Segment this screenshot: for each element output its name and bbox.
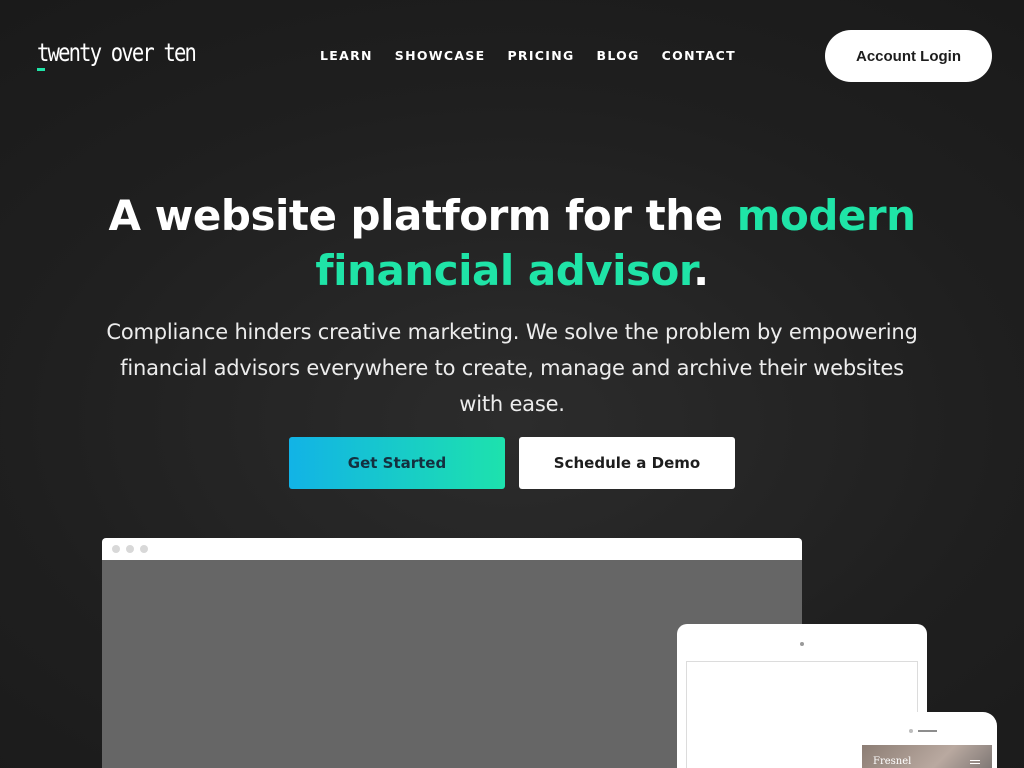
hero-title-text: A website platform for the bbox=[108, 191, 737, 241]
hero-title: A website platform for the modern financ… bbox=[0, 188, 1024, 298]
hero-subtitle: Compliance hinders creative marketing. W… bbox=[106, 320, 918, 416]
phone-camera-icon bbox=[909, 729, 913, 733]
site-header: twenty over ten LEARN SHOWCASE PRICING B… bbox=[0, 0, 1024, 112]
nav-item-learn[interactable]: LEARN bbox=[320, 48, 373, 63]
browser-toolbar bbox=[102, 538, 802, 560]
nav-item-pricing[interactable]: PRICING bbox=[507, 48, 574, 63]
nav-item-showcase[interactable]: SHOWCASE bbox=[395, 48, 486, 63]
hamburger-menu-icon bbox=[970, 760, 980, 768]
tablet-camera-icon bbox=[800, 642, 804, 646]
nav-item-contact[interactable]: CONTACT bbox=[662, 48, 736, 63]
schedule-demo-button[interactable]: Schedule a Demo bbox=[519, 437, 735, 489]
nav-item-blog[interactable]: BLOG bbox=[597, 48, 640, 63]
phone-mockup: Fresnel bbox=[857, 712, 997, 768]
site-logo[interactable]: twenty over ten bbox=[37, 38, 197, 67]
window-dot-icon bbox=[126, 545, 134, 553]
get-started-button[interactable]: Get Started bbox=[289, 437, 505, 489]
account-login-button[interactable]: Account Login bbox=[825, 30, 992, 82]
window-dot-icon bbox=[140, 545, 148, 553]
phone-site-brand: Fresnel bbox=[873, 756, 912, 767]
logo-accent-mark bbox=[37, 68, 45, 71]
hero-title-accent-advisor: financial advisor bbox=[315, 246, 694, 296]
phone-speaker-icon bbox=[918, 730, 937, 732]
hero-title-period: . bbox=[693, 246, 709, 296]
window-dot-icon bbox=[112, 545, 120, 553]
hero-title-accent-modern: modern bbox=[736, 191, 916, 241]
main-nav: LEARN SHOWCASE PRICING BLOG CONTACT bbox=[320, 48, 758, 63]
phone-screen: Fresnel bbox=[862, 745, 992, 768]
